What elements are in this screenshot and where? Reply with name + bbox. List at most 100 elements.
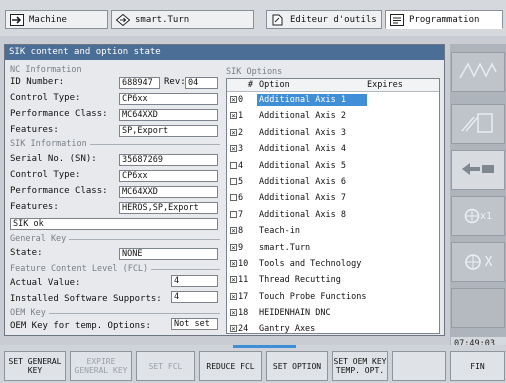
softkey-8[interactable]: FIN xyxy=(450,351,505,381)
softkey-1[interactable]: SET GENERAL KEY xyxy=(4,351,66,381)
option-row[interactable]: × 1 Additional Axis 2 xyxy=(227,108,439,124)
option-row[interactable]: × 3 Additional Axis 4 xyxy=(227,141,439,157)
side-button-handwheel-x1[interactable]: x1 xyxy=(451,196,505,236)
softkey-4[interactable]: REDUCE FCL xyxy=(199,351,262,381)
option-number: 18 xyxy=(238,308,249,319)
side-softkey-bar: x1 X xyxy=(450,44,506,356)
softkey-2[interactable]: EXPIRE GENERAL KEY xyxy=(70,351,132,381)
option-number: 2 xyxy=(238,127,244,138)
softkey-7[interactable] xyxy=(392,351,446,381)
option-row[interactable]: × 11 Thread Recutting xyxy=(227,272,439,288)
sik-control-type-value: CP6xx xyxy=(119,170,218,182)
performance-class-value: MC64XXD xyxy=(119,109,218,121)
program-icon xyxy=(390,13,404,26)
window-title: SIK content and option state xyxy=(5,45,444,60)
fcl-installed-label: Installed Software Supports: xyxy=(10,294,162,304)
option-row[interactable]: × 10 Tools and Technology xyxy=(227,256,439,272)
option-checkbox: × xyxy=(230,276,237,285)
fcl-heading: Feature Content Level (FCL) xyxy=(10,264,152,274)
option-number: 7 xyxy=(238,209,244,220)
rev-label: Rev: xyxy=(164,77,186,87)
option-name: Additional Axis 3 xyxy=(259,127,346,138)
waveform-icon xyxy=(458,60,498,85)
option-number: 3 xyxy=(238,144,244,155)
softkey-6[interactable]: SET OEM KEY TEMP. OPT. xyxy=(332,351,388,381)
option-checkbox: × xyxy=(230,128,237,137)
table-body: × 0 Additional Axis 1 × 1 Additional Axis 2 × 2… xyxy=(227,92,439,334)
softkey-page-indicator xyxy=(233,345,296,348)
option-number: 17 xyxy=(238,291,249,302)
state-value: NONE xyxy=(119,248,218,260)
option-number: 8 xyxy=(238,226,244,237)
option-row[interactable]: × 18 HEIDENHAIN DNC xyxy=(227,305,439,321)
option-name: Additional Axis 8 xyxy=(259,209,346,220)
option-row[interactable]: 7 Additional Axis 8 xyxy=(227,207,439,223)
option-checkbox: × xyxy=(230,227,237,236)
side-button-handwheel-x[interactable]: X xyxy=(451,242,505,282)
option-row[interactable]: × 2 Additional Axis 3 xyxy=(227,125,439,141)
option-checkbox: × xyxy=(230,145,237,154)
side-button-2[interactable] xyxy=(451,104,505,144)
control-type-value: CP6xx xyxy=(119,93,218,105)
option-row[interactable]: × 17 Touch Probe Functions xyxy=(227,289,439,305)
option-row[interactable]: 5 Additional Axis 6 xyxy=(227,174,439,190)
option-row[interactable]: × 0 Additional Axis 1 xyxy=(227,92,439,108)
softkey-5[interactable]: SET OPTION xyxy=(266,351,328,381)
option-name: Additional Axis 5 xyxy=(259,160,346,171)
top-tab-bar: Machine smart.Turn Editeur d'outils Prog… xyxy=(0,0,506,36)
option-name: Teach-in xyxy=(259,226,300,237)
option-row[interactable]: 6 Additional Axis 7 xyxy=(227,190,439,206)
sik-features-label: Features: xyxy=(10,202,59,212)
tab-label: Programmation xyxy=(409,14,480,25)
tool-transfer-icon xyxy=(458,159,498,182)
option-number: 11 xyxy=(238,275,249,286)
option-name: Additional Axis 6 xyxy=(259,176,346,187)
softkey-label: SET GENERAL KEY xyxy=(8,357,62,375)
oem-key-heading: OEM Key xyxy=(10,308,49,318)
col-num-header: # xyxy=(247,80,253,90)
option-name: Additional Axis 1 xyxy=(257,94,367,106)
softkey-bar: SET GENERAL KEY EXPIRE GENERAL KEY SET FCL… xyxy=(0,345,506,383)
option-checkbox: × xyxy=(230,259,237,268)
col-expires-header: Expires xyxy=(367,80,403,90)
side-button-blank[interactable] xyxy=(451,288,505,328)
softkey-3[interactable]: SET FCL xyxy=(136,351,195,381)
fcl-actual-value: 4 xyxy=(171,275,218,287)
option-checkbox xyxy=(230,177,237,185)
option-name: Touch Probe Functions xyxy=(259,291,367,302)
option-number: 1 xyxy=(238,111,244,122)
option-name: smart.Turn xyxy=(259,242,311,253)
side-button-1[interactable] xyxy=(451,52,505,92)
option-number: 10 xyxy=(238,258,249,269)
tab-label: Editeur d'outils xyxy=(290,14,377,25)
option-checkbox xyxy=(230,194,237,202)
tab-programmation[interactable]: Programmation xyxy=(385,10,503,29)
sik-options-table[interactable]: # Option Expires × 0 Additional Axis 1 × 1 Ad… xyxy=(226,78,440,334)
sik-performance-class-value: MC64XXD xyxy=(119,186,218,198)
option-name: Tools and Technology xyxy=(259,258,362,269)
state-label: State: xyxy=(10,248,43,258)
option-row[interactable]: 4 Additional Axis 5 xyxy=(227,158,439,174)
rev-value: 04 xyxy=(185,77,218,89)
tab-label: smart.Turn xyxy=(135,14,190,25)
tool-editor-icon xyxy=(271,14,285,26)
fcl-installed-value: 4 xyxy=(171,291,218,303)
nc-info-heading: NC Information xyxy=(10,65,82,75)
id-number-value: 688947 xyxy=(119,77,160,89)
option-checkbox: × xyxy=(230,243,237,252)
tab-tool-editor[interactable]: Editeur d'outils xyxy=(266,10,382,29)
oem-temp-value: Not set xyxy=(171,318,218,330)
sik-status-field: SIK ok xyxy=(10,218,218,230)
option-row[interactable]: × 24 Gantry Axes xyxy=(227,321,439,334)
option-number: 9 xyxy=(238,242,244,253)
option-checkbox: × xyxy=(230,325,237,334)
general-key-heading: General Key xyxy=(10,234,70,244)
option-row[interactable]: × 9 smart.Turn xyxy=(227,240,439,256)
tab-machine[interactable]: Machine xyxy=(5,10,108,29)
option-row[interactable]: × 8 Teach-in xyxy=(227,223,439,239)
mirror-tool-icon xyxy=(458,111,498,138)
side-button-3[interactable] xyxy=(451,150,505,190)
serial-number-value: 35687269 xyxy=(119,154,218,166)
tab-smart-turn[interactable]: smart.Turn xyxy=(111,10,254,29)
diamond-arrow-icon xyxy=(116,13,130,26)
